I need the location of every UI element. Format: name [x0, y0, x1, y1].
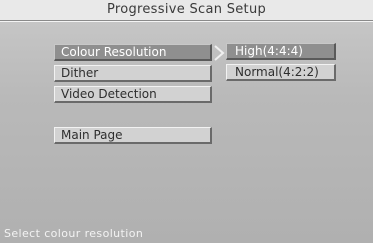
option-high-444[interactable]: High(4:4:4)	[226, 43, 336, 60]
menu-item-colour-resolution[interactable]: Colour Resolution	[54, 44, 212, 61]
menu-item-dither[interactable]: Dither	[54, 65, 212, 82]
menu-item-main-page[interactable]: Main Page	[54, 127, 212, 144]
chevron-right-icon	[214, 45, 225, 61]
title-bar: Progressive Scan Setup	[0, 0, 373, 21]
menu-item-video-detection[interactable]: Video Detection	[54, 86, 212, 103]
osd-screen: Progressive Scan Setup Colour Resolution…	[0, 0, 373, 243]
option-normal-422[interactable]: Normal(4:2:2)	[226, 64, 336, 81]
page-title: Progressive Scan Setup	[106, 2, 267, 17]
status-text: Select colour resolution	[4, 227, 144, 240]
